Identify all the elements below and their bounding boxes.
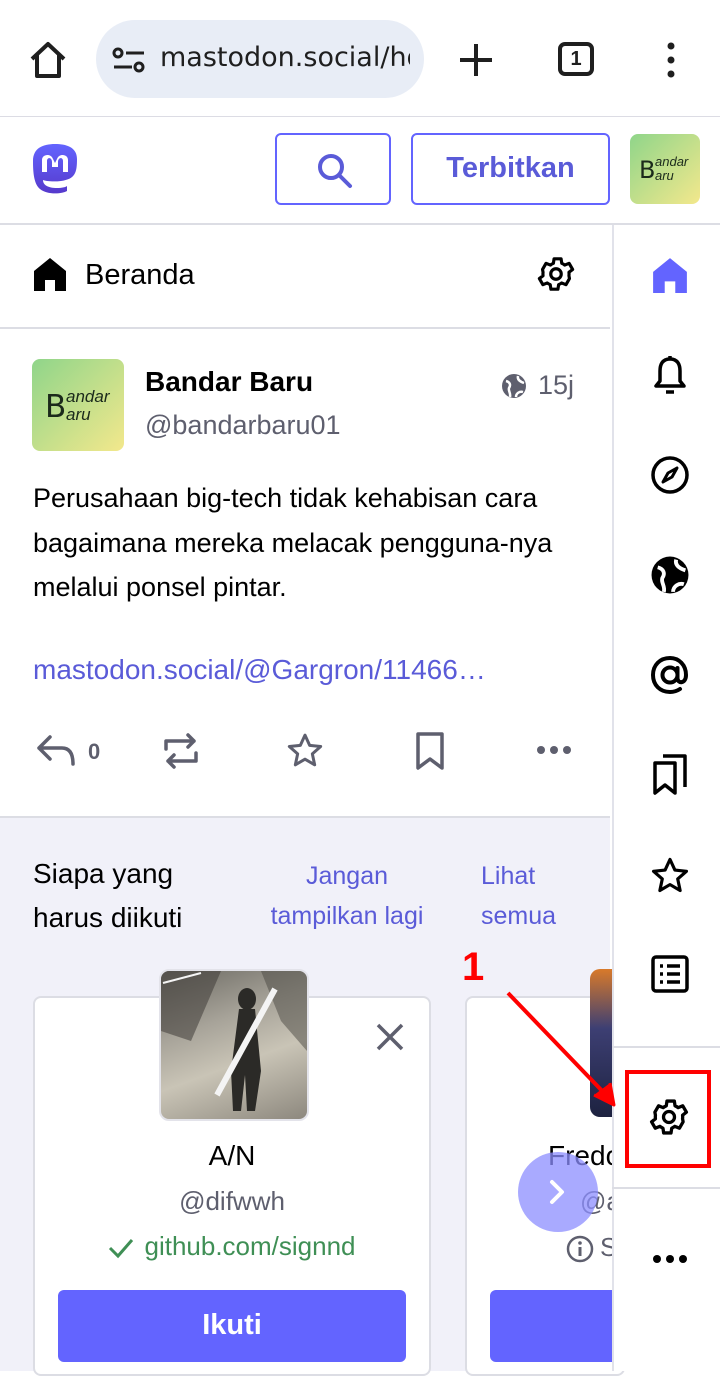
suggestion-avatar[interactable]	[159, 969, 309, 1121]
publish-label: Terbitkan	[446, 152, 575, 184]
at-icon[interactable]	[649, 654, 691, 696]
mastodon-logo-icon[interactable]	[31, 143, 79, 195]
new-tab-icon[interactable]	[458, 42, 494, 78]
shadow-photo-image	[161, 971, 307, 1111]
browser-home-icon[interactable]	[28, 40, 68, 80]
suggestions-title: Siapa yang harus diikuti	[33, 858, 183, 933]
public-globe-icon	[502, 374, 526, 398]
post-avatar[interactable]: B andar aru	[32, 359, 124, 451]
column-title: Beranda	[85, 259, 195, 291]
url-text[interactable]: mastodon.social/ho	[160, 42, 410, 73]
home-column-icon	[34, 258, 66, 291]
follow-button[interactable]	[490, 1290, 625, 1362]
suggestion-name[interactable]: A/N	[33, 1140, 431, 1172]
tab-count: 1	[570, 48, 582, 70]
annotation-highlight-box	[625, 1070, 711, 1168]
column-settings-gear-icon[interactable]	[535, 253, 577, 295]
chevron-right-icon	[550, 1180, 564, 1204]
list-icon[interactable]	[651, 955, 689, 993]
browser-menu-icon[interactable]	[664, 42, 678, 78]
close-suggestion-icon[interactable]	[375, 1022, 405, 1052]
nav-divider	[612, 1187, 720, 1189]
search-icon	[318, 154, 352, 188]
star-icon[interactable]	[649, 855, 691, 897]
post-link[interactable]: mastodon.social/@Gargron/11466…	[33, 654, 533, 686]
annotation-arrow-icon	[506, 991, 616, 1107]
publish-button[interactable]: Terbitkan	[411, 133, 610, 205]
suggestion-handle: @difwwh	[179, 1186, 285, 1216]
site-settings-icon[interactable]	[112, 45, 146, 75]
reply-count: 0	[88, 739, 101, 764]
info-icon	[566, 1235, 594, 1263]
favourite-star-icon[interactable]	[285, 731, 325, 771]
right-navigation	[612, 225, 720, 1371]
checkmark-icon	[109, 1239, 134, 1259]
avatar[interactable]: B andar aru	[630, 134, 700, 204]
post-content: Perusahaan big-tech tidak kehabisan cara…	[33, 483, 553, 602]
annotation-step-number: 1	[462, 945, 485, 989]
tab-switcher-button[interactable]: 1	[558, 42, 594, 76]
search-button[interactable]	[275, 133, 391, 205]
reply-icon[interactable]	[36, 733, 76, 767]
bookmarks-icon[interactable]	[651, 753, 689, 795]
dismiss-suggestions-link[interactable]: Jangan tampilkan lagi	[262, 856, 432, 936]
boost-icon[interactable]	[162, 731, 200, 771]
post-display-name[interactable]: Bandar Baru	[145, 366, 313, 398]
more-icon[interactable]	[652, 1254, 688, 1264]
verified-link-row: github.com/signnd	[33, 1231, 431, 1262]
verified-link[interactable]: github.com/signnd	[144, 1231, 355, 1261]
next-suggestion-button[interactable]	[518, 1152, 598, 1232]
bell-icon[interactable]	[652, 355, 688, 395]
view-all-suggestions-link[interactable]: Lihat semua	[481, 856, 571, 936]
follow-button[interactable]: Ikuti	[58, 1290, 406, 1362]
post-more-icon[interactable]	[536, 745, 572, 755]
post-timestamp[interactable]: 15j	[538, 370, 574, 401]
compass-icon[interactable]	[650, 455, 690, 495]
globe-icon[interactable]	[650, 555, 690, 595]
home-icon[interactable]	[652, 256, 688, 294]
bookmark-icon[interactable]	[414, 731, 446, 771]
post-handle[interactable]: @bandarbaru01	[145, 410, 341, 441]
